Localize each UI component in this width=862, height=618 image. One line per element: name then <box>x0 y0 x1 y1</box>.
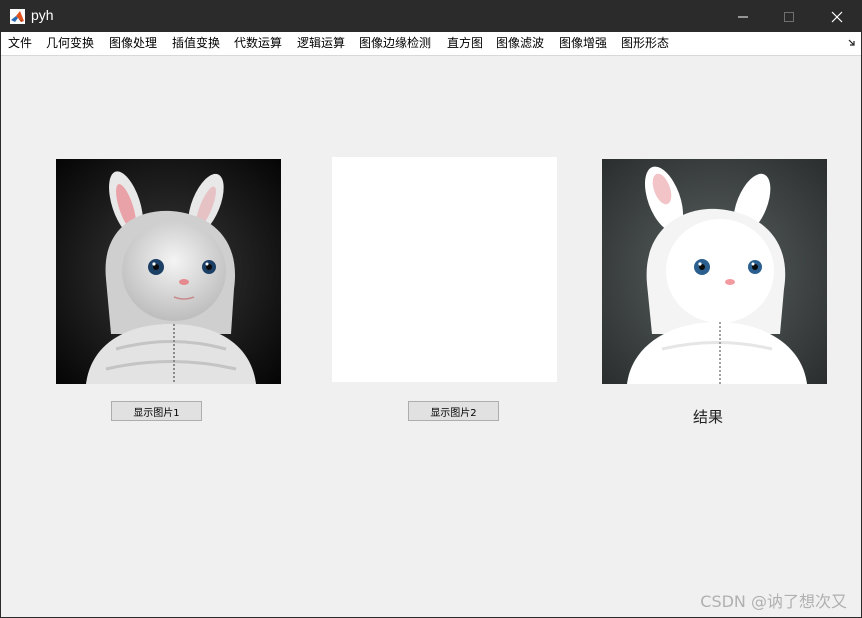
image-axes-2 <box>332 157 557 382</box>
result-label: 结果 <box>693 408 724 426</box>
close-icon <box>831 11 843 22</box>
figure-canvas: 显示图片1 显示图片2 结果 CSDN @讷了想次又 <box>1 56 861 617</box>
minimize-button[interactable] <box>720 1 766 32</box>
maximize-button[interactable] <box>766 1 812 32</box>
menu-interpolation[interactable]: 插值变换 <box>172 36 220 51</box>
image-axes-result <box>602 159 827 384</box>
toolbar-expand-icon[interactable] <box>847 38 857 48</box>
menu-logic-ops[interactable]: 逻辑运算 <box>297 36 345 51</box>
menu-image-processing[interactable]: 图像处理 <box>109 36 157 51</box>
title-bar[interactable]: pyh <box>1 1 861 32</box>
app-window: pyh 文件 几何变换 图像处理 插值变换 代数运算 逻辑运算 图像边缘检测 直… <box>0 0 862 618</box>
bunny-result-image <box>602 159 827 384</box>
close-button[interactable] <box>814 1 860 32</box>
menu-bar: 文件 几何变换 图像处理 插值变换 代数运算 逻辑运算 图像边缘检测 直方图 图… <box>1 32 861 56</box>
menu-geometric-transform[interactable]: 几何变换 <box>46 36 94 51</box>
show-image-2-button[interactable]: 显示图片2 <box>408 401 499 421</box>
menu-image-enhance[interactable]: 图像增强 <box>559 36 607 51</box>
show-image-1-button[interactable]: 显示图片1 <box>111 401 202 421</box>
image-axes-1 <box>56 159 281 384</box>
bunny-original-image <box>56 159 281 384</box>
menu-file[interactable]: 文件 <box>8 36 32 51</box>
csdn-watermark: CSDN @讷了想次又 <box>700 592 847 611</box>
menu-algebraic-ops[interactable]: 代数运算 <box>234 36 282 51</box>
menu-image-filter[interactable]: 图像滤波 <box>496 36 544 51</box>
menu-histogram[interactable]: 直方图 <box>447 36 483 51</box>
maximize-icon <box>784 11 794 22</box>
menu-morphology[interactable]: 图形形态 <box>621 36 669 51</box>
menu-edge-detection[interactable]: 图像边缘检测 <box>359 36 431 51</box>
matlab-logo-icon <box>10 9 25 24</box>
minimize-icon <box>738 16 748 17</box>
window-title: pyh <box>31 7 54 23</box>
